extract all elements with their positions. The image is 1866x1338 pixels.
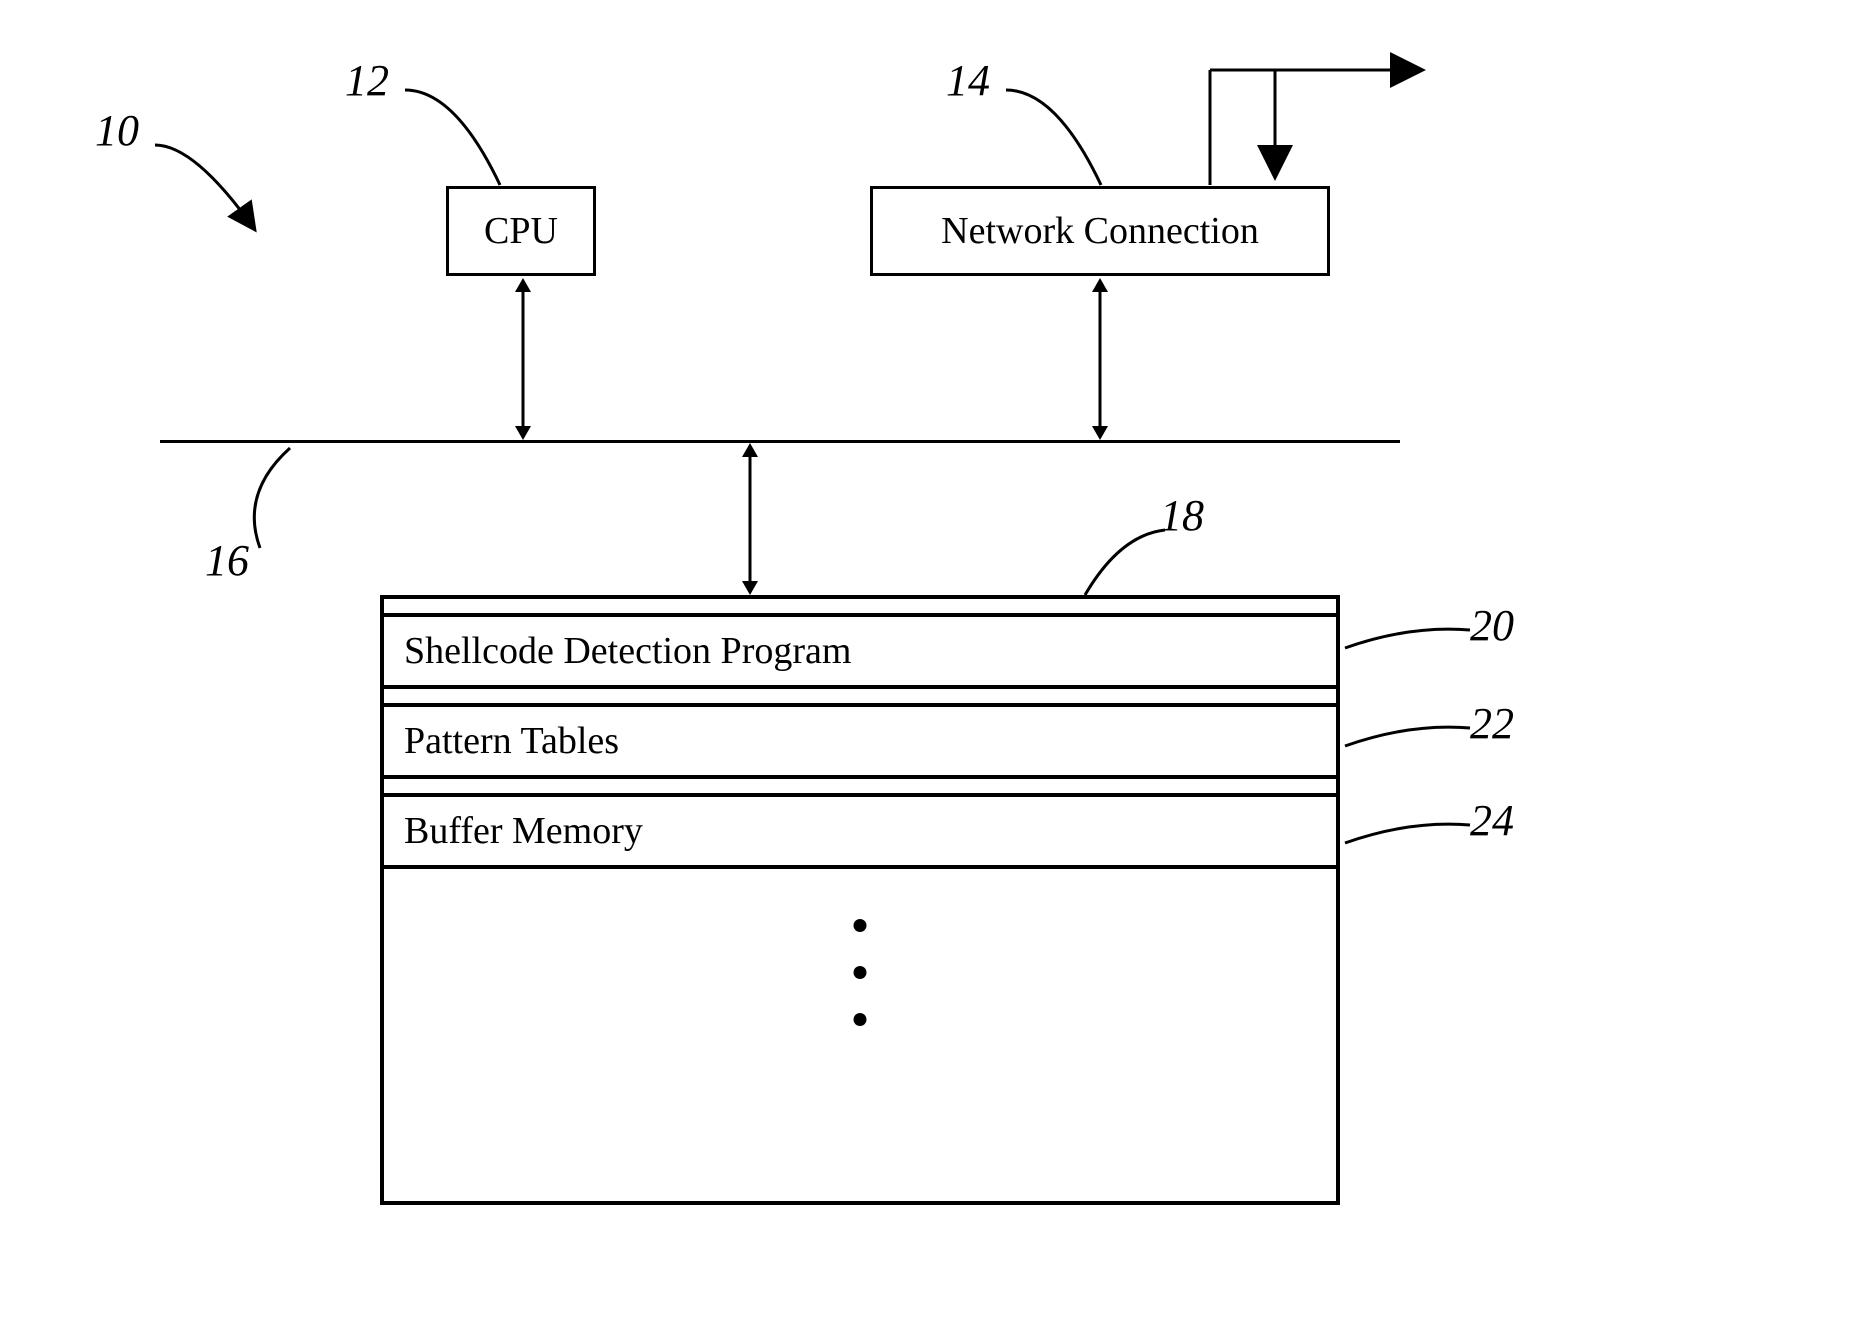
diagram-container: 10 12 14 CPU Network Connection: [0, 0, 1866, 1338]
ref-label-22: 22: [1470, 698, 1514, 749]
leader-10: [145, 135, 275, 245]
ref-label-10: 10: [95, 105, 139, 156]
ref-label-14: 14: [946, 55, 990, 106]
leader-24: [1340, 815, 1475, 855]
arrow-bus-memory: [737, 443, 767, 598]
bus-line: [160, 440, 1400, 443]
pattern-label: Pattern Tables: [404, 720, 619, 762]
leader-12: [395, 80, 525, 195]
network-io-arrows: [1175, 40, 1435, 190]
leader-16: [230, 443, 340, 553]
network-connection-box: Network Connection: [870, 186, 1330, 276]
buffer-label: Buffer Memory: [404, 810, 643, 852]
memory-row-shellcode: Shellcode Detection Program: [384, 613, 1336, 689]
cpu-label: CPU: [484, 209, 558, 253]
leader-22: [1340, 718, 1475, 758]
leader-18: [1080, 520, 1180, 605]
leader-14: [996, 80, 1126, 195]
shellcode-label: Shellcode Detection Program: [404, 630, 851, 672]
leader-20: [1340, 620, 1475, 660]
network-label: Network Connection: [941, 209, 1259, 253]
ref-label-12: 12: [345, 55, 389, 106]
memory-row-buffer: Buffer Memory: [384, 793, 1336, 869]
cpu-box: CPU: [446, 186, 596, 276]
memory-row-pattern: Pattern Tables: [384, 703, 1336, 779]
ellipsis-dots: [854, 919, 867, 1026]
memory-box: Shellcode Detection Program Pattern Tabl…: [380, 595, 1340, 1205]
ref-label-20: 20: [1470, 600, 1514, 651]
ref-label-24: 24: [1470, 795, 1514, 846]
arrow-cpu-bus: [510, 278, 540, 443]
arrow-network-bus: [1087, 278, 1117, 443]
